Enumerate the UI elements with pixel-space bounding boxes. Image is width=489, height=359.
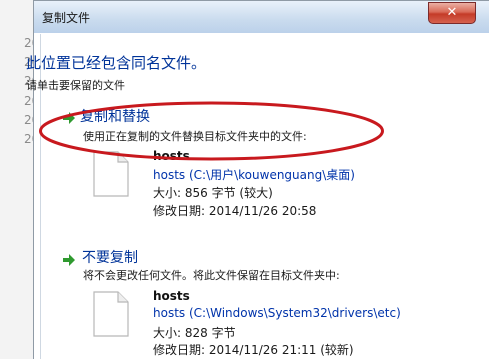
- file-size: 大小: 856 字节 (较大): [153, 186, 273, 200]
- main-instruction: 此位置已经包含同名文件。: [26, 54, 207, 72]
- file-modified-date: 修改日期: 2014/11/26 20:58: [153, 204, 317, 218]
- file-size: 大小: 828 字节: [153, 326, 236, 340]
- option-title: 不要复制: [82, 250, 138, 266]
- file-path: hosts (C:\用户\kouwenguang\桌面): [153, 168, 355, 182]
- file-name: hosts: [153, 289, 190, 303]
- red-highlight-ellipse: [39, 101, 384, 161]
- dialog-title: 复制文件: [42, 11, 91, 25]
- file-modified-date: 修改日期: 2014/11/26 21:11 (较新): [153, 343, 354, 357]
- document-file-icon: [93, 291, 129, 337]
- option-description: 将不会更改任何文件。将此文件保留在目标文件夹中:: [83, 269, 340, 282]
- file-path: hosts (C:\Windows\System32\drivers\etc): [153, 306, 401, 320]
- sub-instruction: 请单击要保留的文件: [26, 79, 125, 92]
- title-bar[interactable]: 复制文件 ✕: [34, 1, 489, 33]
- close-icon: ✕: [446, 5, 458, 20]
- close-button[interactable]: ✕: [428, 2, 476, 24]
- green-arrow-icon: [63, 254, 75, 266]
